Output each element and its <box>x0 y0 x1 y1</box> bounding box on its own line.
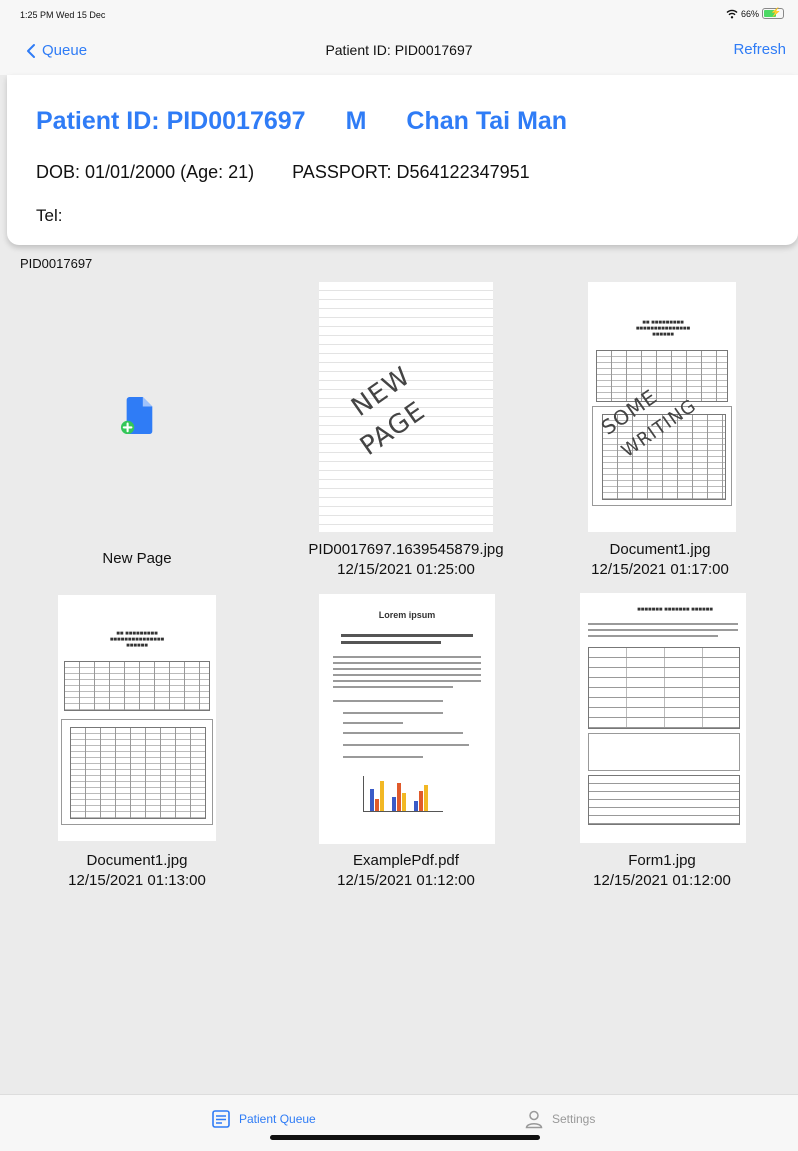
patient-details: DOB: 01/01/2000 (Age: 21) PASSPORT: D564… <box>36 162 530 183</box>
thumbnail-heading: ■■■■■■■ ■■■■■■■ ■■■■■■ <box>637 607 713 613</box>
thumbnail-title: Lorem ipsum <box>378 610 436 620</box>
new-page-icon <box>120 397 153 435</box>
document-thumbnail: ■■ ■■■■■■■■■ ■■■■■■■■■■■■■■■ ■■■■■■ <box>58 595 216 841</box>
thumbnail-table <box>596 350 728 402</box>
chart-bar <box>375 799 379 811</box>
patient-dob: DOB: 01/01/2000 (Age: 21) <box>36 162 255 182</box>
thumbnail-text-line <box>588 623 738 625</box>
document-name: New Page <box>102 550 172 567</box>
new-page-button[interactable]: New Page <box>56 280 218 580</box>
patient-tel: Tel: <box>36 206 63 225</box>
charging-bolt-icon: ⚡ <box>770 7 782 17</box>
patient-passport: PASSPORT: D564122347951 <box>292 162 530 182</box>
status-indicators: 66% ⚡ <box>726 7 784 19</box>
document-thumbnail: ■■■■■■■ ■■■■■■■ ■■■■■■ <box>580 593 746 843</box>
document-date: 12/15/2021 01:12:00 <box>337 872 475 889</box>
thumbnail-text-line <box>343 744 469 746</box>
tab-label: Patient Queue <box>239 1112 316 1126</box>
wifi-icon <box>726 9 738 18</box>
document-name: PID0017697.1639545879.jpg <box>308 541 504 558</box>
page-title: Patient ID: PID0017697 <box>325 42 473 58</box>
thumbnail-text-line <box>333 700 443 702</box>
patient-name: Chan Tai Man <box>406 107 568 135</box>
thumbnail-chart <box>363 776 443 812</box>
patient-sex: M <box>345 107 367 135</box>
document-date: 12/15/2021 01:13:00 <box>68 872 206 889</box>
chart-bar <box>424 785 428 811</box>
battery-percent: 66% <box>740 8 759 19</box>
folder-label: PID0017697 <box>20 256 93 271</box>
thumbnail-text-line <box>588 629 738 631</box>
thumbnail-table <box>64 661 210 711</box>
thumbnail-text-line <box>341 634 473 637</box>
thumbnail-text-line <box>333 662 481 664</box>
document-thumbnail: Lorem ipsum <box>319 594 495 844</box>
list-icon <box>212 1110 230 1128</box>
document-item[interactable]: NEW PAGE PID0017697.1639545879.jpg 12/15… <box>286 280 526 580</box>
tab-label: Settings <box>552 1112 596 1126</box>
document-date: 12/15/2021 01:25:00 <box>337 561 475 578</box>
thumbnail-text-line <box>333 674 481 676</box>
document-date: 12/15/2021 01:17:00 <box>591 561 729 578</box>
document-thumbnail: ■■ ■■■■■■■■■ ■■■■■■■■■■■■■■■ ■■■■■■ SOME W… <box>588 282 736 532</box>
tab-bar: Patient Queue Settings <box>0 1094 798 1151</box>
chart-bar <box>392 797 396 811</box>
thumbnail-text-line <box>343 712 443 714</box>
chart-bar <box>414 801 418 811</box>
battery-icon: ⚡ <box>762 7 784 19</box>
refresh-button[interactable]: Refresh <box>733 41 786 58</box>
thumbnail-text-line <box>333 668 481 670</box>
chart-bar <box>380 781 384 811</box>
document-item[interactable]: ■■ ■■■■■■■■■ ■■■■■■■■■■■■■■■ ■■■■■■ Docume… <box>42 592 232 892</box>
document-item[interactable]: ■■ ■■■■■■■■■ ■■■■■■■■■■■■■■■ ■■■■■■ SOME W… <box>576 280 744 580</box>
thumbnail-text-line <box>341 641 441 644</box>
patient-header: Patient ID: PID0017697 M Chan Tai Man <box>36 107 567 136</box>
document-thumbnail: NEW PAGE <box>319 282 493 532</box>
tab-settings[interactable]: Settings <box>524 1109 595 1129</box>
chart-bar <box>402 793 406 811</box>
thumbnail-heading: ■■ ■■■■■■■■■ ■■■■■■■■■■■■■■■ ■■■■■■ <box>109 631 165 649</box>
thumbnail-heading: ■■ ■■■■■■■■■ ■■■■■■■■■■■■■■■ ■■■■■■ <box>635 320 691 338</box>
thumbnail-text-line <box>333 656 481 658</box>
navigation-bar: Queue Patient ID: PID0017697 Refresh <box>0 30 798 75</box>
status-time: 1:25 PM Wed 15 Dec <box>20 10 106 20</box>
thumbnail-text-line <box>333 686 453 688</box>
chart-bar <box>370 789 374 811</box>
thumbnail-text-line <box>343 732 463 734</box>
thumbnail-form-box <box>588 733 740 771</box>
status-bar: 1:25 PM Wed 15 Dec 66% ⚡ <box>0 0 798 30</box>
document-date: 12/15/2021 01:12:00 <box>593 872 731 889</box>
person-icon <box>525 1110 543 1129</box>
home-indicator <box>270 1135 540 1140</box>
document-name: Document1.jpg <box>609 541 711 558</box>
document-name: Document1.jpg <box>86 852 188 869</box>
thumbnail-text-line <box>333 680 481 682</box>
document-item[interactable]: Lorem ipsum ExamplePdf.pdf 12/15/2021 01… <box>306 592 506 892</box>
patient-card: Patient ID: PID0017697 M Chan Tai Man DO… <box>7 75 798 245</box>
chart-bar <box>397 783 401 811</box>
document-name: ExamplePdf.pdf <box>353 852 459 869</box>
tab-patient-queue[interactable]: Patient Queue <box>211 1109 316 1129</box>
thumbnail-table <box>70 727 206 819</box>
thumbnail-text-line <box>343 756 423 758</box>
thumbnail-text-line <box>588 635 718 637</box>
thumbnail-text-line <box>343 722 403 724</box>
document-name: Form1.jpg <box>628 852 696 869</box>
thumbnail-form-grid <box>588 775 740 825</box>
chart-bar <box>419 791 423 811</box>
document-item[interactable]: ■■■■■■■ ■■■■■■■ ■■■■■■ Form1.jpg 12/15/2… <box>572 592 752 892</box>
patient-id: Patient ID: PID0017697 <box>36 107 306 135</box>
thumbnail-form-grid <box>588 647 740 729</box>
